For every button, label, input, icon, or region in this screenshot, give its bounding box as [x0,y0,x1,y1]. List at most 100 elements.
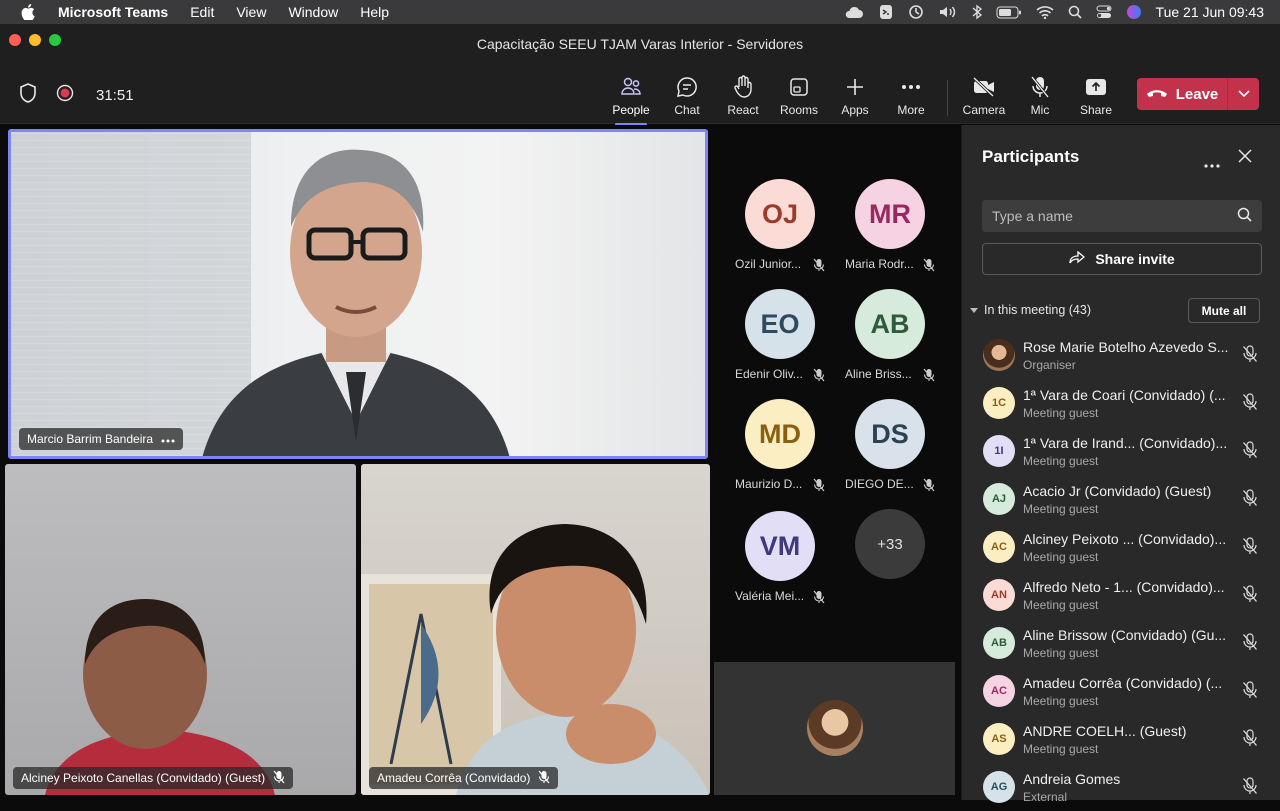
participant-row[interactable]: 1I 1ª Vara de Irand... (Convidado)... Meet… [962,427,1280,475]
spotlight-icon[interactable] [1068,5,1082,19]
video-tile-bottom-left[interactable]: Alciney Peixoto Canellas (Convidado) (Gu… [5,464,356,795]
chat-button[interactable]: Chat [659,74,715,120]
main-video-tile[interactable]: Marcio Barrim Bandeira [8,129,708,459]
mic-muted-icon[interactable] [1242,489,1258,512]
recording-icon[interactable] [56,84,74,107]
window-title: Capacitação SEEU TJAM Varas Interior - S… [476,36,804,52]
apple-menu-icon[interactable] [0,4,56,20]
mic-label: Mic [1030,103,1050,117]
in-meeting-section-toggle[interactable]: In this meeting (43) [970,303,1091,317]
participant-row[interactable]: AB Aline Brissow (Convidado) (Gu... Meetin… [962,619,1280,667]
menu-help[interactable]: Help [349,4,400,20]
share-invite-label: Share invite [1095,251,1175,267]
control-center-icon[interactable] [1096,5,1112,19]
participant-tile[interactable]: VM Valéria Mei... [725,457,835,604]
mic-muted-icon[interactable] [1242,537,1258,560]
participant-row[interactable]: AC Amadeu Corrêa (Convidado) (... Meeting … [962,667,1280,715]
toolbar-divider [947,80,948,116]
mic-button[interactable]: Mic [1012,74,1068,120]
participant-row[interactable]: 1C 1ª Vara de Coari (Convidado) (... Meeti… [962,379,1280,427]
menu-bar: Microsoft Teams Edit View Window Help Tu… [0,0,1280,24]
participant-avatar: DS [855,399,925,469]
mic-muted-icon[interactable] [1242,777,1258,800]
participant-name: Andreia Gomes [1023,771,1121,787]
participant-row[interactable]: AJ Acacio Jr (Convidado) (Guest) Meeting g… [962,475,1280,523]
camera-button[interactable]: Camera [956,74,1012,120]
mic-muted-icon [923,478,935,497]
close-panel-icon[interactable] [1238,149,1252,168]
mic-muted-icon[interactable] [1242,681,1258,704]
minimize-window-button[interactable] [29,34,41,46]
bluetooth-icon[interactable] [972,4,982,20]
bottom-right-name: Amadeu Corrêa (Convidado) [377,771,531,785]
participant-tile[interactable]: OJ Ozil Junior... [725,125,835,272]
share-button[interactable]: Share [1068,74,1124,120]
wifi-icon[interactable] [1036,5,1054,19]
more-participants-button[interactable]: +33 [855,509,925,579]
mic-muted-icon[interactable] [1242,393,1258,416]
participant-tile[interactable]: DS DIEGO DE... [835,345,945,492]
shield-icon[interactable] [18,82,38,109]
participant-tile[interactable]: EO Edenir Oliv... [725,235,835,382]
participant-row[interactable]: AS ANDRE COELH... (Guest) Meeting guest [962,715,1280,763]
mic-muted-icon[interactable] [1242,633,1258,656]
leave-button[interactable]: Leave [1137,78,1227,110]
zoom-window-button[interactable] [49,34,61,46]
avatar: AC [983,675,1015,707]
participant-role: Meeting guest [1023,646,1099,660]
mic-muted-icon[interactable] [1242,729,1258,752]
participant-tile[interactable]: AB Aline Briss... [835,235,945,382]
participant-row[interactable]: AG Andreia Gomes External [962,763,1280,811]
more-button[interactable]: More [883,74,939,120]
mute-all-button[interactable]: Mute all [1188,298,1260,323]
cloud-icon[interactable] [844,5,864,19]
leave-dropdown-button[interactable] [1227,78,1259,110]
apps-button[interactable]: Apps [827,74,883,120]
participant-tile[interactable]: MD Maurizio D... [725,345,835,492]
search-input[interactable]: Type a name [982,200,1262,232]
menubar-clock[interactable]: Tue 21 Jun 09:43 [1156,4,1264,20]
participant-role: Meeting guest [1023,742,1099,756]
menu-edit[interactable]: Edit [179,4,225,20]
panel-more-icon[interactable] [1204,155,1220,173]
rooms-button[interactable]: Rooms [771,74,827,120]
participant-tile[interactable]: MR Maria Rodr... [835,125,945,272]
volume-icon[interactable] [938,5,958,19]
hang-up-icon [1146,86,1168,103]
time-machine-icon[interactable] [908,4,924,20]
siri-icon[interactable] [1126,4,1142,20]
avatar: AG [983,771,1015,803]
avatar [983,339,1015,371]
react-label: React [727,103,759,117]
participant-role: Meeting guest [1023,502,1099,516]
participant-role: Meeting guest [1023,550,1099,564]
close-window-button[interactable] [9,34,21,46]
participant-role: Organiser [1023,358,1076,372]
leave-label: Leave [1175,85,1219,103]
participant-name: Acacio Jr (Convidado) (Guest) [1023,483,1212,499]
menu-app-name[interactable]: Microsoft Teams [56,4,179,20]
mic-muted-icon[interactable] [1242,345,1258,368]
share-invite-button[interactable]: Share invite [982,243,1262,275]
participant-row[interactable]: Rose Marie Botelho Azevedo S... Organiser [962,331,1280,379]
video-options-icon[interactable] [161,432,175,446]
participant-row[interactable]: AN Alfredo Neto - 1... (Convidado)... Meet… [962,571,1280,619]
menu-window[interactable]: Window [277,4,349,20]
video-tile-bottom-right[interactable]: Amadeu Corrêa (Convidado) [361,464,710,795]
people-label: People [612,103,650,117]
participant-name: 1ª Vara de Coari (Convidado) (... [1023,387,1226,403]
mic-muted-icon[interactable] [1242,441,1258,464]
search-icon [1237,207,1252,225]
rooms-label: Rooms [779,103,818,117]
shield-status-icon[interactable] [878,4,894,20]
menu-view[interactable]: View [225,4,277,20]
battery-icon[interactable] [996,6,1022,19]
self-view-tile[interactable] [714,662,955,795]
react-button[interactable]: React [715,74,771,120]
people-button[interactable]: People [603,74,659,126]
mic-muted-icon[interactable] [1242,585,1258,608]
participant-role: Meeting guest [1023,598,1099,612]
participant-name: Aline Brissow (Convidado) (Gu... [1023,627,1227,643]
participant-row[interactable]: AC Alciney Peixoto ... (Convidado)... Meet… [962,523,1280,571]
bottom-right-name-tag: Amadeu Corrêa (Convidado) [369,767,559,789]
